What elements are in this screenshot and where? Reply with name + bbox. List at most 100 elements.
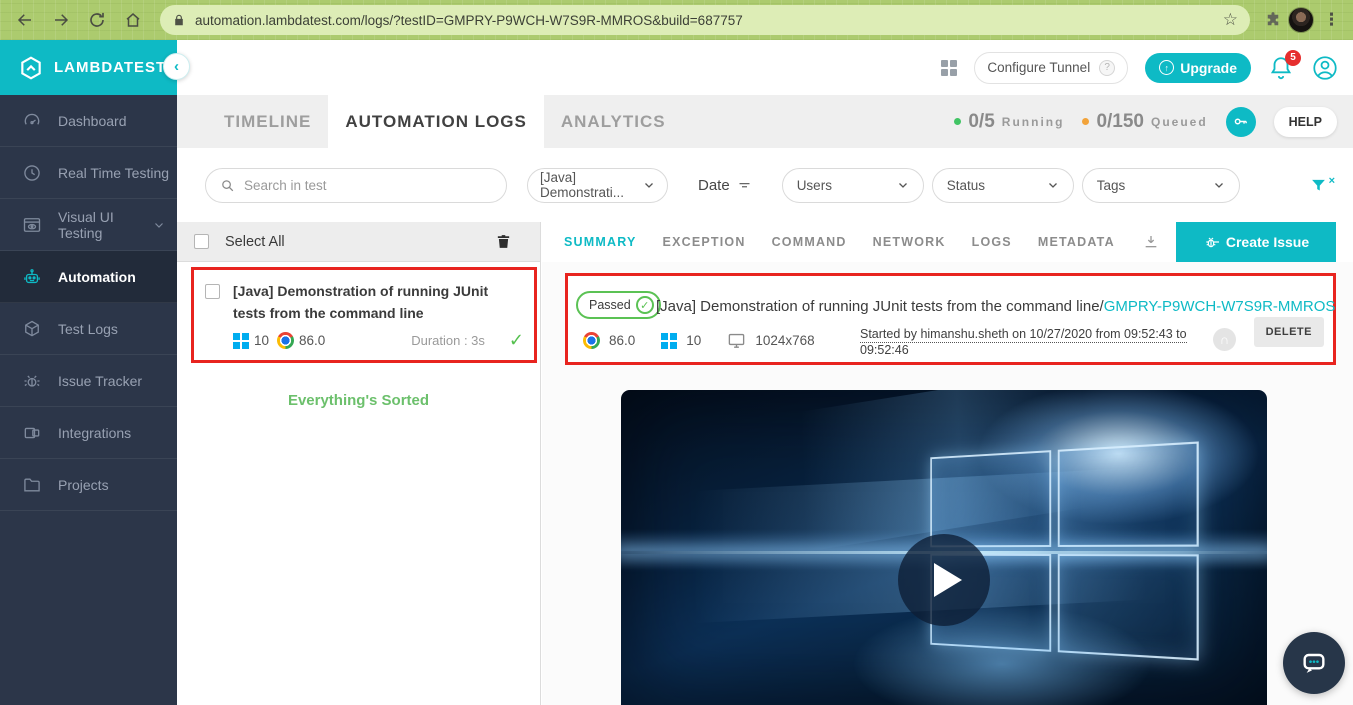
sidebar-item-integrations[interactable]: Integrations <box>0 407 177 459</box>
sidebar-item-visual-ui-testing[interactable]: Visual UI Testing <box>0 199 177 251</box>
status-select[interactable]: Status <box>932 168 1074 203</box>
chevron-down-icon <box>643 179 655 191</box>
select-all-row: Select All <box>177 222 540 262</box>
sidebar-item-label: Test Logs <box>58 321 118 337</box>
robot-icon <box>22 267 42 287</box>
status-select-value: Status <box>947 178 985 193</box>
os-version: 10 <box>686 333 701 348</box>
main-tab-bar: TIMELINE AUTOMATION LOGS ANALYTICS 0/5 R… <box>177 95 1353 148</box>
download-icon[interactable] <box>1143 234 1159 250</box>
configure-tunnel-label: Configure Tunnel <box>987 60 1090 75</box>
filter-funnel-icon <box>1310 177 1327 194</box>
brand-name: LAMBDATEST <box>54 59 166 76</box>
tab-summary[interactable]: SUMMARY <box>564 235 637 249</box>
test-title-text: [Java] Demonstration of running JUnit te… <box>656 298 1104 315</box>
folder-icon <box>22 475 42 495</box>
sidebar-item-label: Projects <box>58 477 109 493</box>
everything-sorted-note: Everything's Sorted <box>177 392 540 409</box>
sidebar-item-dashboard[interactable]: Dashboard <box>0 95 177 147</box>
header-actions: Configure Tunnel ? ↑ Upgrade 5 <box>941 40 1339 95</box>
sidebar-collapse-button[interactable]: ‹ <box>163 53 190 80</box>
sidebar-item-label: Real Time Testing <box>58 165 169 181</box>
build-select-value: [Java] Demonstrati... <box>540 170 643 200</box>
tab-network[interactable]: NETWORK <box>873 235 946 249</box>
apps-grid-icon[interactable] <box>941 60 957 76</box>
chat-widget-button[interactable] <box>1283 632 1345 694</box>
page: automation.lambdatest.com/logs/?testID=G… <box>0 0 1353 705</box>
duration-label: Duration : 3s <box>411 333 485 348</box>
tab-command[interactable]: COMMAND <box>772 235 847 249</box>
address-bar[interactable]: automation.lambdatest.com/logs/?testID=G… <box>160 5 1250 35</box>
eye-window-icon <box>22 215 42 235</box>
started-by-text: Started by himanshu.sheth on 10/27/2020 … <box>860 326 1205 359</box>
date-sort[interactable]: Date <box>698 177 752 194</box>
tab-metadata[interactable]: METADATA <box>1038 235 1115 249</box>
browser-profile-avatar[interactable] <box>1288 7 1314 33</box>
account-icon[interactable] <box>1311 54 1339 82</box>
forward-icon[interactable] <box>46 5 76 35</box>
search-input[interactable] <box>244 178 492 193</box>
test-detail-panel: SUMMARY EXCEPTION COMMAND NETWORK LOGS M… <box>542 222 1353 705</box>
tab-logs[interactable]: LOGS <box>972 235 1012 249</box>
test-item-checkbox[interactable] <box>205 284 220 299</box>
overlap-squares-icon <box>22 423 42 443</box>
started-by-line1: Started by himanshu.sheth on 10/27/2020 … <box>860 327 1187 343</box>
back-icon[interactable] <box>10 5 40 35</box>
sidebar: Dashboard Real Time Testing Visual UI Te… <box>0 95 177 705</box>
tags-select-value: Tags <box>1097 178 1126 193</box>
test-video-player[interactable] <box>621 390 1267 705</box>
delete-selected-trash-icon[interactable] <box>495 233 512 250</box>
browser-menu-icon[interactable]: ⋮ <box>1320 10 1343 30</box>
users-select[interactable]: Users <box>782 168 924 203</box>
test-title: [Java] Demonstration of running JUnit te… <box>656 298 1335 315</box>
clear-filters[interactable]: × <box>1310 177 1335 194</box>
tab-exception[interactable]: EXCEPTION <box>663 235 746 249</box>
configure-tunnel-button[interactable]: Configure Tunnel ? <box>974 52 1128 84</box>
cube-icon <box>22 319 42 339</box>
queued-stat: 0/150 Queued <box>1082 111 1207 133</box>
notification-count-badge: 5 <box>1285 50 1301 66</box>
sidebar-item-automation[interactable]: Automation <box>0 251 177 303</box>
bookmark-star-icon[interactable]: ☆ <box>1223 10 1238 30</box>
tags-select[interactable]: Tags <box>1082 168 1240 203</box>
home-icon[interactable] <box>118 5 148 35</box>
test-list-item[interactable]: [Java] Demonstration of running JUnit te… <box>191 267 537 363</box>
access-key-button[interactable] <box>1226 107 1256 137</box>
upgrade-button[interactable]: ↑ Upgrade <box>1145 53 1251 83</box>
queued-dot-icon <box>1082 118 1089 125</box>
chat-bubble-icon <box>1298 647 1330 679</box>
reload-icon[interactable] <box>82 5 112 35</box>
passed-check-icon: ✓ <box>636 296 654 314</box>
create-issue-button[interactable]: Create Issue <box>1176 222 1336 262</box>
detail-tab-bar: SUMMARY EXCEPTION COMMAND NETWORK LOGS M… <box>542 222 1353 262</box>
tab-automation-logs[interactable]: AUTOMATION LOGS <box>328 95 544 148</box>
sidebar-item-label: Visual UI Testing <box>58 209 137 241</box>
brand[interactable]: LAMBDATEST <box>0 40 177 95</box>
help-button[interactable]: HELP <box>1274 107 1337 137</box>
notifications-bell-icon[interactable]: 5 <box>1268 55 1294 81</box>
extensions-icon[interactable] <box>1264 11 1282 29</box>
clock-icon <box>22 163 42 183</box>
search-icon <box>220 178 235 193</box>
sidebar-item-label: Automation <box>58 269 136 285</box>
clear-filter-x-icon[interactable]: × <box>1329 175 1335 187</box>
help-question-icon[interactable]: ? <box>1099 60 1115 76</box>
running-value: 0/5 <box>968 111 994 133</box>
play-button[interactable] <box>898 534 990 626</box>
build-select[interactable]: [Java] Demonstrati... <box>527 168 668 203</box>
search-box[interactable] <box>205 168 507 203</box>
tab-timeline[interactable]: TIMELINE <box>207 95 328 148</box>
sidebar-item-test-logs[interactable]: Test Logs <box>0 303 177 355</box>
test-id-link[interactable]: GMPRY-P9WCH-W7S9R-MMROS <box>1104 298 1336 315</box>
tab-analytics[interactable]: ANALYTICS <box>544 95 683 148</box>
delete-button[interactable]: DELETE <box>1254 317 1324 347</box>
sidebar-item-real-time-testing[interactable]: Real Time Testing <box>0 147 177 199</box>
key-icon <box>1232 113 1249 130</box>
lock-icon <box>172 13 186 27</box>
rerun-button[interactable]: ∩ <box>1213 328 1236 351</box>
chevron-down-icon <box>153 219 165 231</box>
app-header: LAMBDATEST ‹ Configure Tunnel ? ↑ Upgrad… <box>0 40 1353 95</box>
select-all-checkbox[interactable] <box>194 234 209 249</box>
sidebar-item-issue-tracker[interactable]: Issue Tracker <box>0 355 177 407</box>
sidebar-item-projects[interactable]: Projects <box>0 459 177 511</box>
